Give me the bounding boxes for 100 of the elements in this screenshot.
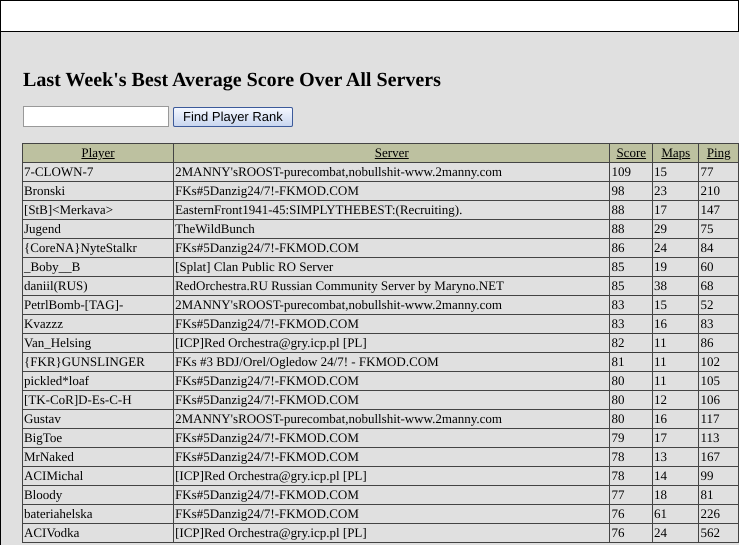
table-cell: 81: [610, 352, 653, 372]
table-cell: 81: [698, 486, 738, 504]
table-cell: 52: [698, 296, 738, 314]
table-cell: 88: [610, 200, 653, 220]
column-header-link[interactable]: Server: [374, 145, 409, 160]
table-cell: FKs#5Danzig24/7!-FKMOD.COM: [174, 486, 610, 504]
table-cell: 99: [698, 466, 738, 486]
table-cell: [TK-CoR]D-Es-C-H: [22, 390, 174, 410]
table-cell: 77: [698, 162, 738, 182]
table-cell: 147: [698, 200, 738, 220]
table-cell: 17: [652, 200, 699, 220]
table-cell: PetrlBomb-[TAG]-: [22, 296, 174, 314]
table-cell: 83: [610, 296, 653, 314]
table-cell: [ICP]Red Orchestra@gry.icp.pl [PL]: [174, 334, 610, 352]
table-cell: Kvazzz: [22, 314, 174, 334]
table-cell: FKs#5Danzig24/7!-FKMOD.COM: [174, 314, 610, 334]
table-cell: FKs#5Danzig24/7!-FKMOD.COM: [174, 504, 610, 524]
table-cell: 16: [652, 410, 699, 428]
table-cell: 105: [698, 372, 738, 390]
table-cell: Gustav: [22, 410, 174, 428]
table-cell: TheWildBunch: [174, 220, 610, 238]
table-cell: 2MANNY'sROOST-purecombat,nobullshit-www.2manny.com: [174, 296, 610, 314]
table-cell: FKs#5Danzig24/7!-FKMOD.COM: [174, 182, 610, 200]
table-cell: 562: [698, 524, 738, 542]
table-cell: 76: [610, 524, 653, 542]
page-title: Last Week's Best Average Score Over All Servers: [23, 68, 442, 92]
table-cell: 19: [652, 258, 699, 276]
table-cell: 85: [610, 258, 653, 276]
table-cell: 80: [610, 372, 653, 390]
table-cell: BigToe: [22, 428, 174, 448]
table-cell: Bronski: [22, 182, 174, 200]
table-cell: 88: [610, 220, 653, 238]
table-cell: [ICP]Red Orchestra@gry.icp.pl [PL]: [174, 466, 610, 486]
table-cell: 17: [652, 428, 699, 448]
table-cell: 86: [698, 334, 738, 352]
table-cell: [ICP]Red Orchestra@gry.icp.pl [PL]: [174, 524, 610, 542]
table-cell: [StB]<Merkava>: [22, 200, 174, 220]
find-player-rank-button[interactable]: Find Player Rank: [173, 106, 293, 126]
table-cell: 80: [610, 390, 653, 410]
table-cell: 7-CLOWN-7: [22, 162, 174, 182]
table-cell: MrNaked: [22, 448, 174, 466]
table-cell: 106: [698, 390, 738, 410]
table-cell: FKs #3 BDJ/Orel/Ogledow 24/7! - FKMOD.COM: [174, 352, 610, 372]
table-cell: 77: [610, 486, 653, 504]
table-cell: 117: [698, 410, 738, 428]
table-cell: FKs#5Danzig24/7!-FKMOD.COM: [174, 372, 610, 390]
table-cell: 11: [652, 334, 699, 352]
table-cell: 11: [652, 372, 699, 390]
table-cell: ACIMichal: [22, 466, 174, 486]
table-cell: 76: [610, 504, 653, 524]
table-cell: Van_Helsing: [22, 334, 174, 352]
player-search-field[interactable]: [23, 106, 169, 127]
table-cell: 11: [652, 352, 699, 372]
table-cell: 78: [610, 448, 653, 466]
table-cell: 78: [610, 466, 653, 486]
table-cell: 82: [610, 334, 653, 352]
table-cell: 18: [652, 486, 699, 504]
table-cell: 23: [652, 182, 699, 200]
table-cell: 2MANNY'sROOST-purecombat,nobullshit-www.2manny.com: [174, 410, 610, 428]
table-cell: ACIVodka: [22, 524, 174, 542]
table-cell: [Splat] Clan Public RO Server: [174, 258, 610, 276]
table-cell: RedOrchestra.RU Russian Community Server by Maryno.NET: [174, 276, 610, 296]
table-cell: 113: [698, 428, 738, 448]
table-cell: 85: [610, 276, 653, 296]
table-cell: _Boby__B: [22, 258, 174, 276]
table-cell: 83: [698, 314, 738, 334]
table-cell: 68: [698, 276, 738, 296]
table-cell: FKs#5Danzig24/7!-FKMOD.COM: [174, 238, 610, 258]
table-cell: 13: [652, 448, 699, 466]
table-cell: 102: [698, 352, 738, 372]
table-cell: {FKR}GUNSLINGER: [22, 352, 174, 372]
table-cell: 75: [698, 220, 738, 238]
table-cell: Jugend: [22, 220, 174, 238]
table-cell: pickled*loaf: [22, 372, 174, 390]
table-cell: 83: [610, 314, 653, 334]
table-cell: 29: [652, 220, 699, 238]
table-cell: Bloody: [22, 486, 174, 504]
table-cell: daniil(RUS): [22, 276, 174, 296]
table-cell: 109: [610, 162, 653, 182]
table-cell: 60: [698, 258, 738, 276]
table-cell: {CoreNA}NyteStalkr: [22, 238, 174, 258]
table-cell: 226: [698, 504, 738, 524]
table-cell: FKs#5Danzig24/7!-FKMOD.COM: [174, 448, 610, 466]
table-cell: 15: [652, 296, 699, 314]
table-cell: 12: [652, 390, 699, 410]
table-cell: 84: [698, 238, 738, 258]
table-cell: 38: [652, 276, 699, 296]
column-header-link[interactable]: Player: [81, 145, 115, 160]
table-cell: 14: [652, 466, 699, 486]
table-cell: 61: [652, 504, 699, 524]
table-cell: 2MANNY'sROOST-purecombat,nobullshit-www.2manny.com: [174, 162, 610, 182]
table-cell: bateriahelska: [22, 504, 174, 524]
table-cell: 98: [610, 182, 653, 200]
table-cell: 24: [652, 238, 699, 258]
table-cell: 86: [610, 238, 653, 258]
table-cell: 210: [698, 182, 738, 200]
table-cell: 79: [610, 428, 653, 448]
table-cell: 80: [610, 410, 653, 428]
table-cell: 167: [698, 448, 738, 466]
table-cell: EasternFront1941-45:SIMPLYTHEBEST:(Recruiting).: [174, 200, 610, 220]
